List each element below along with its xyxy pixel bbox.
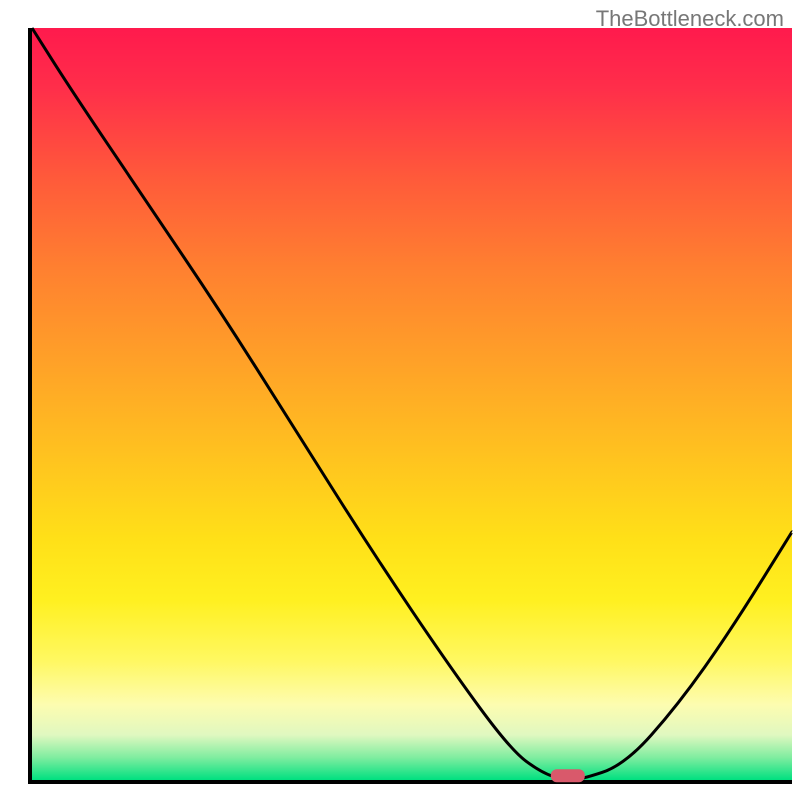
bottleneck-curve: [32, 28, 792, 780]
optimal-marker: [551, 769, 585, 782]
watermark-text: TheBottleneck.com: [596, 6, 784, 32]
curve-svg: [32, 28, 792, 780]
chart-container: TheBottleneck.com: [0, 0, 800, 800]
plot-area: [28, 28, 792, 784]
